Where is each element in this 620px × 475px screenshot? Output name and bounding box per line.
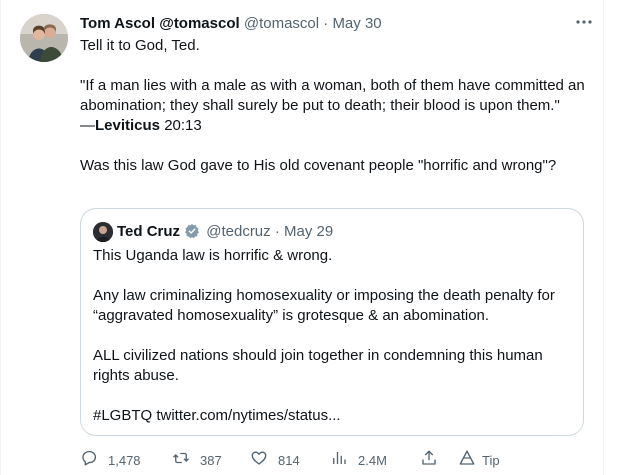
retweet-count: 387 (200, 453, 222, 468)
tweet[interactable]: Tom Ascol @tomascol @tomascol · May 30 T… (0, 0, 620, 475)
quoted-line-2: Any law criminalizing homosexuality or i… (93, 287, 555, 324)
tweet-header: Tom Ascol @tomascol @tomascol · May 30 (80, 14, 580, 34)
cite-book: Leviticus (95, 117, 161, 134)
views-button[interactable]: 2.4M (330, 450, 387, 472)
quoted-tweet[interactable]: Ted Cruz @tedcruz · May 29 This Uganda l… (80, 208, 584, 436)
quoted-separator: · (274, 223, 280, 240)
quoted-avatar[interactable] (93, 222, 113, 242)
verified-badge-icon (184, 223, 200, 239)
quoted-line-3: ALL civilized nations should join togeth… (93, 347, 543, 384)
quoted-handle[interactable]: @tedcruz (206, 223, 270, 240)
tweet-text: Tell it to God, Ted. "If a man lies with… (80, 36, 590, 176)
quoted-line-4[interactable]: #LGBTQ twitter.com/nytimes/status... (93, 406, 573, 426)
author-avatar[interactable] (20, 14, 68, 62)
quoted-author-name[interactable]: Ted Cruz (117, 223, 180, 240)
scripture-citation: —Leviticus 20:13 (80, 116, 590, 136)
tip-label: Tip (482, 453, 500, 468)
views-count: 2.4M (358, 453, 387, 468)
quoted-header: Ted Cruz @tedcruz · May 29 (117, 222, 333, 242)
tweet-line-1: Tell it to God, Ted. (80, 37, 200, 54)
retweet-icon (172, 449, 190, 474)
reply-count: 1,478 (108, 453, 141, 468)
tip-button[interactable]: Tip (458, 450, 500, 472)
cite-prefix: — (80, 117, 95, 134)
author-name[interactable]: Tom Ascol (80, 15, 155, 32)
heart-icon (250, 449, 268, 474)
tweet-question: Was this law God gave to His old covenan… (80, 157, 557, 174)
share-icon (420, 449, 438, 474)
quoted-line-1: This Uganda law is horrific & wrong. (93, 247, 333, 264)
views-icon (330, 449, 348, 474)
like-button[interactable]: 814 (250, 450, 300, 472)
reply-button[interactable]: 1,478 (80, 450, 141, 472)
tweet-date[interactable]: May 30 (332, 15, 381, 32)
quoted-text: This Uganda law is horrific & wrong. Any… (93, 246, 573, 426)
like-count: 814 (278, 453, 300, 468)
retweet-button[interactable]: 387 (172, 450, 222, 472)
share-button[interactable] (420, 450, 438, 472)
author-handle-link[interactable]: @tomascol (159, 15, 239, 32)
quoted-date[interactable]: May 29 (284, 223, 333, 240)
header-separator: · (323, 15, 329, 32)
more-icon[interactable] (574, 12, 594, 32)
author-handle[interactable]: @tomascol (244, 15, 319, 32)
tip-icon (458, 449, 476, 474)
cite-reference: 20:13 (160, 117, 202, 134)
scripture-quote: "If a man lies with a male as with a wom… (80, 77, 585, 114)
reply-icon (80, 449, 98, 474)
